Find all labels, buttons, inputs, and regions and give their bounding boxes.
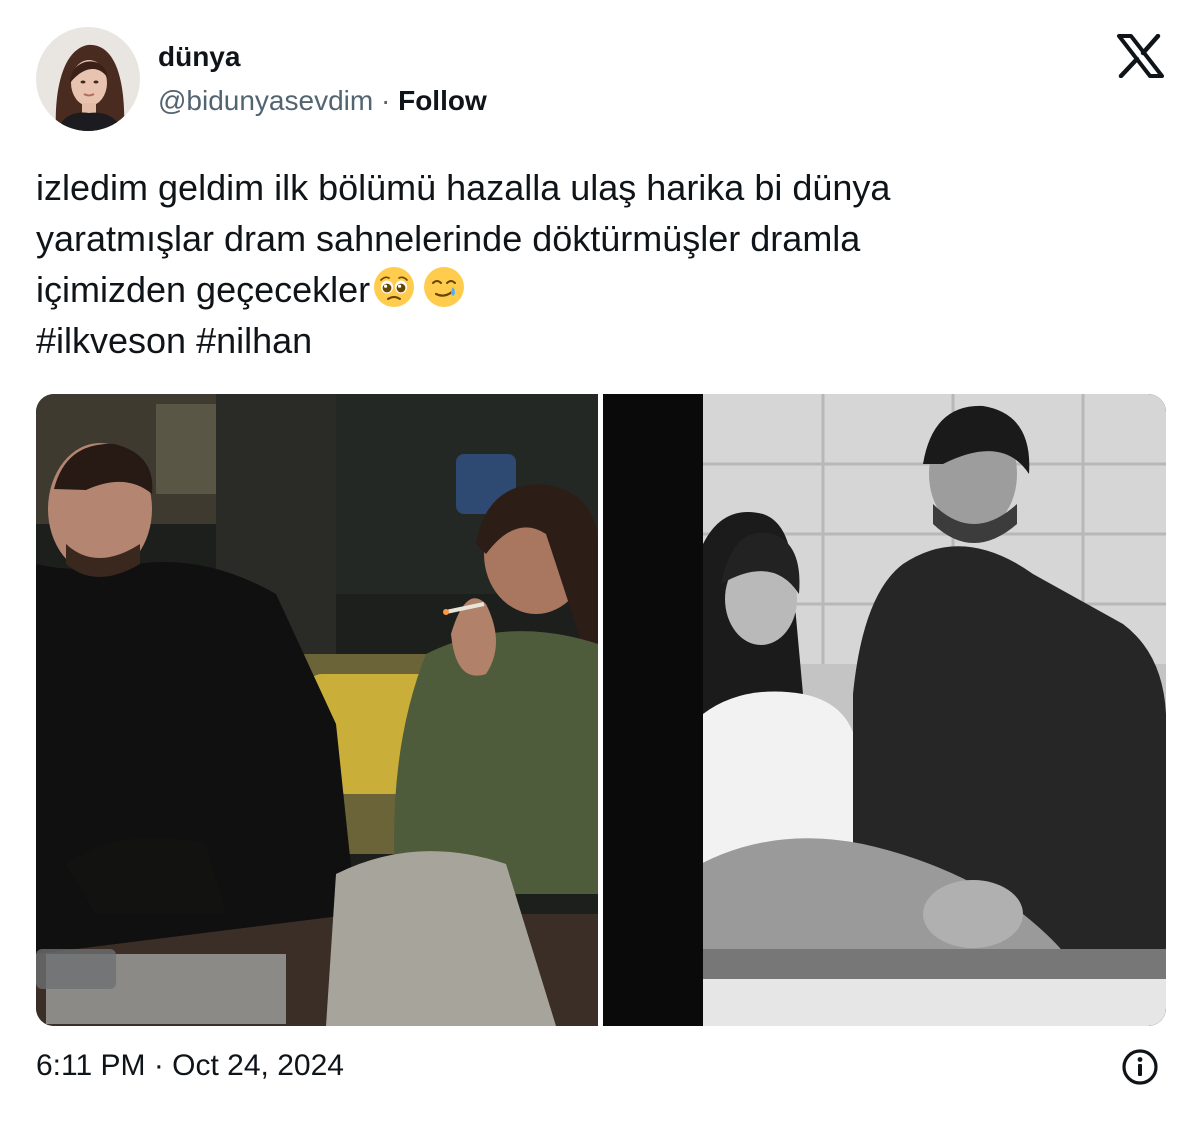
photo-couple-living-room[interactable]: [36, 394, 598, 1026]
smiling-face-with-tear-emoji: [424, 267, 465, 307]
tweet-text-line: izledim geldim ilk bölümü hazalla ulaş h…: [36, 167, 891, 208]
tweet-text-fragment: içimizden geçecekler: [36, 269, 371, 310]
handle-separator: ·: [373, 85, 399, 116]
author-handle-row: @bidunyasevdim · Follow: [158, 84, 487, 118]
photo-couple-with-dog-bw[interactable]: [603, 394, 1166, 1026]
photo-left-image: [36, 394, 598, 1026]
x-logo-icon[interactable]: [1116, 33, 1164, 79]
author-avatar[interactable]: [36, 27, 140, 131]
tweet-media: [36, 394, 1166, 1026]
photo-right-image: [603, 394, 1166, 1026]
tweet-timestamp[interactable]: 6:11 PM · Oct 24, 2024: [36, 1048, 344, 1084]
tweet-date: Oct 24, 2024: [172, 1049, 344, 1082]
author-display-name[interactable]: dünya: [158, 40, 240, 74]
tweet-text-line: yaratmışlar dram sahnelerinde döktürmüşl…: [36, 218, 861, 259]
pleading-face-emoji: [374, 267, 415, 307]
tweet-text: izledim geldim ilk bölümü hazalla ulaş h…: [36, 162, 1156, 366]
tweet-hashtags[interactable]: #ilkveson #nilhan: [36, 315, 1156, 366]
avatar-photo: [36, 27, 140, 131]
author-handle[interactable]: @bidunyasevdim: [158, 85, 373, 116]
tweet-time: 6:11 PM: [36, 1049, 146, 1082]
tweet-text-line-with-emoji: içimizden geçecekler: [36, 264, 1156, 315]
timestamp-separator: ·: [145, 1049, 173, 1082]
follow-button[interactable]: Follow: [398, 85, 487, 116]
info-icon[interactable]: [1121, 1048, 1159, 1086]
